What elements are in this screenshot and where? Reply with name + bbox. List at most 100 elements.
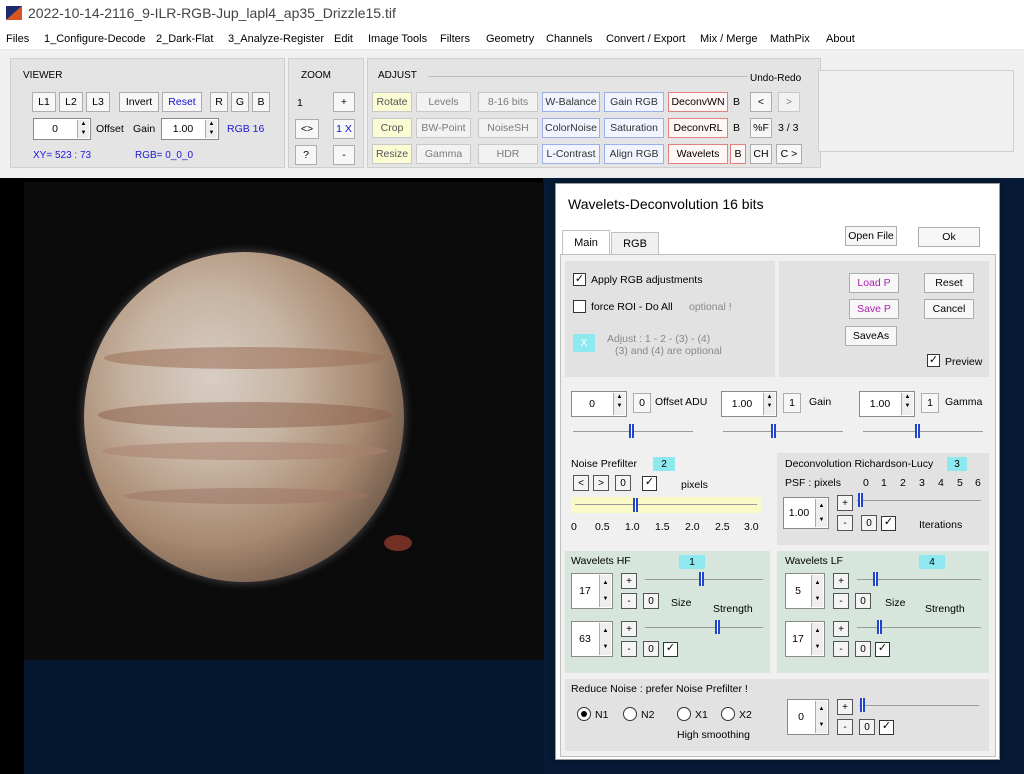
offset-slider-thumb[interactable] — [629, 424, 634, 438]
psf-zero-button[interactable]: 0 — [861, 515, 877, 531]
offset-reset-button[interactable]: 0 — [633, 393, 651, 413]
tab-rgb[interactable]: RGB — [611, 232, 659, 254]
gamma-stepper[interactable]: 1.00 ▲ ▼ — [859, 391, 915, 417]
tab-main[interactable]: Main — [562, 230, 610, 254]
offset-stepper[interactable]: 0 ▲ ▼ — [33, 118, 91, 140]
radio-n1[interactable] — [577, 707, 591, 721]
gain-slider-track[interactable] — [723, 431, 843, 432]
hf-size-slider-thumb[interactable] — [699, 572, 704, 586]
image-frame[interactable] — [24, 182, 544, 660]
gain-rgb-button[interactable]: Gain RGB — [604, 92, 664, 112]
radio-x2[interactable] — [721, 707, 735, 721]
spin-arrows-icon[interactable]: ▲ ▼ — [815, 499, 827, 527]
gain-dlg-stepper[interactable]: 1.00 ▲ ▼ — [721, 391, 777, 417]
crop-button[interactable]: Crop — [372, 118, 412, 138]
rotate-button[interactable]: Rotate — [372, 92, 412, 112]
hf-size-minus-button[interactable]: - — [621, 593, 637, 609]
gain-reset-button[interactable]: 1 — [783, 393, 801, 413]
b-channel-button[interactable]: B — [252, 92, 270, 112]
hf-enable-checkbox[interactable]: ✓ — [663, 642, 678, 657]
reduce-noise-checkbox[interactable]: ✓ — [879, 720, 894, 735]
save-p-button[interactable]: Save P — [849, 299, 899, 319]
bw-point-button[interactable]: BW-Point — [416, 118, 471, 138]
save-as-button[interactable]: SaveAs — [845, 326, 897, 346]
hdr-button[interactable]: HDR — [478, 144, 538, 164]
reduce-noise-minus-button[interactable]: - — [837, 719, 853, 735]
menu-edit[interactable]: Edit — [334, 33, 353, 45]
gamma-slider-thumb[interactable] — [915, 424, 920, 438]
reset-view-button[interactable]: Reset — [162, 92, 202, 112]
saturation-button[interactable]: Saturation — [604, 118, 664, 138]
redo-button[interactable]: > — [778, 92, 800, 112]
r-channel-button[interactable]: R — [210, 92, 228, 112]
lf-size-zero-button[interactable]: 0 — [855, 593, 871, 609]
zoom-out-button[interactable]: - — [333, 145, 355, 165]
ch-button[interactable]: CH — [750, 144, 772, 164]
psf-slider-track[interactable] — [857, 500, 981, 501]
invert-button[interactable]: Invert — [119, 92, 159, 112]
menu-channels[interactable]: Channels — [546, 33, 592, 45]
menu-analyze-register[interactable]: 3_Analyze-Register — [228, 33, 324, 45]
spin-arrows-icon[interactable]: ▲ ▼ — [599, 623, 611, 655]
reduce-noise-stepper[interactable]: 0 ▲ ▼ — [787, 699, 829, 735]
psf-minus-button[interactable]: - — [837, 515, 853, 531]
menu-dark-flat[interactable]: 2_Dark-Flat — [156, 33, 213, 45]
lf-size-plus-button[interactable]: + — [833, 573, 849, 589]
l-contrast-button[interactable]: L-Contrast — [542, 144, 600, 164]
spin-arrows-icon[interactable]: ▲ ▼ — [613, 393, 625, 415]
gain-stepper[interactable]: 1.00 ▲ ▼ — [161, 118, 219, 140]
lf-size-slider-thumb[interactable] — [873, 572, 878, 586]
gamma-reset-button[interactable]: 1 — [921, 393, 939, 413]
menu-filters[interactable]: Filters — [440, 33, 470, 45]
load-p-button[interactable]: Load P — [849, 273, 899, 293]
noise-prev-button[interactable]: < — [573, 475, 589, 491]
hf-strength-stepper[interactable]: 63 ▲ ▼ — [571, 621, 613, 657]
reduce-noise-slider-thumb[interactable] — [860, 698, 865, 712]
zoom-1x-button[interactable]: 1 X — [333, 119, 355, 139]
spin-arrows-icon[interactable]: ▲ ▼ — [811, 575, 823, 607]
lf-strength-slider-track[interactable] — [857, 627, 981, 628]
psf-stepper[interactable]: 1.00 ▲ ▼ — [783, 497, 829, 529]
lf-strength-zero-button[interactable]: 0 — [855, 641, 871, 657]
undo-button[interactable]: < — [750, 92, 772, 112]
noise-slider[interactable] — [571, 497, 761, 513]
menu-image-tools[interactable]: Image Tools — [368, 33, 427, 45]
spin-arrows-icon[interactable]: ▲ ▼ — [205, 120, 217, 138]
reset-button[interactable]: Reset — [924, 273, 974, 293]
c-next-button[interactable]: C > — [776, 144, 802, 164]
l2-button[interactable]: L2 — [59, 92, 83, 112]
offset-adu-stepper[interactable]: 0 ▲ ▼ — [571, 391, 627, 417]
l3-button[interactable]: L3 — [86, 92, 110, 112]
colornoise-button[interactable]: ColorNoise — [542, 118, 600, 138]
x-badge[interactable]: X — [573, 334, 595, 352]
lf-size-minus-button[interactable]: - — [833, 593, 849, 609]
apply-rgb-checkbox[interactable]: ✓ — [573, 273, 586, 286]
gamma-adjust-button[interactable]: Gamma — [416, 144, 471, 164]
spin-arrows-icon[interactable]: ▲ ▼ — [811, 623, 823, 655]
lf-size-stepper[interactable]: 5 ▲ ▼ — [785, 573, 825, 609]
spin-arrows-icon[interactable]: ▲ ▼ — [815, 701, 827, 733]
wavelets-button[interactable]: Wavelets — [668, 144, 728, 164]
psf-slider-thumb[interactable] — [858, 493, 863, 507]
reduce-noise-slider-track[interactable] — [859, 705, 979, 706]
menu-geometry[interactable]: Geometry — [486, 33, 534, 45]
lf-strength-stepper[interactable]: 17 ▲ ▼ — [785, 621, 825, 657]
radio-x1[interactable] — [677, 707, 691, 721]
levels-button[interactable]: Levels — [416, 92, 471, 112]
hf-strength-minus-button[interactable]: - — [621, 641, 637, 657]
deconvrl-button[interactable]: DeconvRL — [668, 118, 728, 138]
menu-configure-decode[interactable]: 1_Configure-Decode — [44, 33, 146, 45]
lf-strength-minus-button[interactable]: - — [833, 641, 849, 657]
gain-slider-thumb[interactable] — [771, 424, 776, 438]
hf-size-stepper[interactable]: 17 ▲ ▼ — [571, 573, 613, 609]
hf-strength-plus-button[interactable]: + — [621, 621, 637, 637]
lf-strength-plus-button[interactable]: + — [833, 621, 849, 637]
ok-button[interactable]: Ok — [918, 227, 980, 247]
menu-mathpix[interactable]: MathPix — [770, 33, 810, 45]
lf-enable-checkbox[interactable]: ✓ — [875, 642, 890, 657]
menu-files[interactable]: Files — [6, 33, 29, 45]
zoom-in-button[interactable]: + — [333, 92, 355, 112]
deconvwn-button[interactable]: DeconvWN — [668, 92, 728, 112]
hf-strength-slider-track[interactable] — [645, 627, 763, 628]
reduce-noise-plus-button[interactable]: + — [837, 699, 853, 715]
